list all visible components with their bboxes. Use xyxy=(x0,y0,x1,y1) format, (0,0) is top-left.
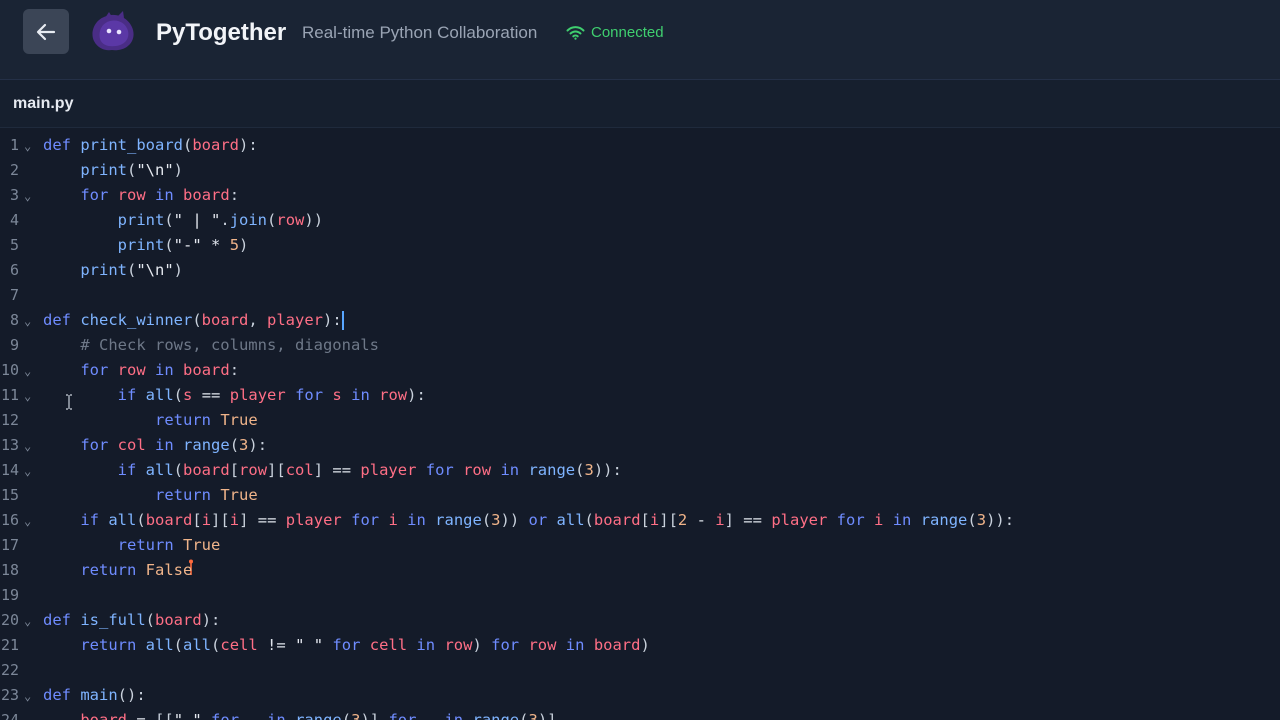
code-text: # Check rows, columns, diagonals xyxy=(80,336,379,354)
line-number: 24 xyxy=(0,711,19,720)
code-text: def is_full(board): xyxy=(43,611,221,629)
code-text: return True xyxy=(154,411,258,429)
fold-chevron-icon[interactable]: ⌄ xyxy=(24,309,31,334)
code-line[interactable]: 2 print("\n") xyxy=(0,158,1280,183)
status-label: Connected xyxy=(591,23,664,41)
line-number: 12 xyxy=(0,411,19,429)
app-logo-icon xyxy=(92,11,134,51)
code-text: return all(all(cell != " " for cell in r… xyxy=(80,636,650,654)
code-line[interactable]: 20 ⌄ def is_full(board): xyxy=(0,608,1280,633)
back-button[interactable] xyxy=(23,9,69,54)
code-line[interactable]: 3 ⌄ for row in board: xyxy=(0,183,1280,208)
code-line[interactable]: 19 xyxy=(0,583,1280,608)
line-number: 7 xyxy=(9,286,19,304)
line-number: 3 xyxy=(9,186,19,204)
code-editor[interactable]: 1 ⌄ def print_board(board): 2 print("\n") 3 ⌄… xyxy=(0,128,1280,720)
code-line[interactable]: 23 ⌄ def main(): xyxy=(0,683,1280,708)
line-number: 10 xyxy=(0,361,19,379)
code-line[interactable]: 16 ⌄ if all(board[i][i] == player for i i… xyxy=(0,508,1280,533)
app-title: PyTogether xyxy=(156,19,287,46)
code-text: if all(board[row][col] == player for row… xyxy=(117,461,622,479)
line-number: 8 xyxy=(9,311,19,329)
code-text: return True xyxy=(117,536,221,554)
code-line[interactable]: 8 ⌄ def check_winner(board, player): xyxy=(0,308,1280,333)
file-tab-bar: main.py xyxy=(0,80,1280,128)
code-line[interactable]: 24 board = [[" " for _ in range(3)] for … xyxy=(0,708,1280,720)
code-text: for row in board: xyxy=(80,361,240,379)
line-number: 11 xyxy=(0,386,19,404)
fold-chevron-icon[interactable]: ⌄ xyxy=(24,184,31,209)
code-text: def print_board(board): xyxy=(43,136,258,154)
line-number: 14 xyxy=(0,461,19,479)
code-line[interactable]: 14 ⌄ if all(board[row][col] == player for… xyxy=(0,458,1280,483)
code-text: if all(board[i][i] == player for i in ra… xyxy=(80,511,1015,529)
fold-chevron-icon[interactable]: ⌄ xyxy=(24,384,31,409)
code-line[interactable]: 1 ⌄ def print_board(board): xyxy=(0,133,1280,158)
line-number: 6 xyxy=(9,261,19,279)
code-text: print("\n") xyxy=(80,161,184,179)
text-caret xyxy=(341,311,344,330)
code-line[interactable]: 10 ⌄ for row in board: xyxy=(0,358,1280,383)
line-number: 16 xyxy=(0,511,19,529)
code-text: print(" | ".join(row)) xyxy=(117,211,324,229)
code-line[interactable]: 22 xyxy=(0,658,1280,683)
code-line[interactable]: 18 return False xyxy=(0,558,1280,583)
code-line[interactable]: 15 return True xyxy=(0,483,1280,508)
code-line[interactable]: 7 xyxy=(0,283,1280,308)
code-line[interactable]: 13 ⌄ for col in range(3): xyxy=(0,433,1280,458)
file-tab-main-py[interactable]: main.py xyxy=(13,95,73,113)
app-header: PyTogether Real-time Python Collaboratio… xyxy=(0,0,1280,80)
code-line[interactable]: 21 return all(all(cell != " " for cell i… xyxy=(0,633,1280,658)
wifi-icon xyxy=(566,25,585,40)
code-line[interactable]: 4 print(" | ".join(row)) xyxy=(0,208,1280,233)
fold-chevron-icon[interactable]: ⌄ xyxy=(24,434,31,459)
code-text: return True xyxy=(154,486,258,504)
line-number: 22 xyxy=(0,661,19,679)
line-number: 23 xyxy=(0,686,19,704)
line-number: 19 xyxy=(0,586,19,604)
code-text: board = [[" " for _ in range(3)] for _ i… xyxy=(80,711,557,720)
line-number: 15 xyxy=(0,486,19,504)
line-number: 5 xyxy=(9,236,19,254)
line-number: 17 xyxy=(0,536,19,554)
fold-chevron-icon[interactable]: ⌄ xyxy=(24,609,31,634)
code-text: print("-" * 5) xyxy=(117,236,249,254)
code-line[interactable]: 11 ⌄ if all(s == player for s in row): xyxy=(0,383,1280,408)
connection-status: Connected xyxy=(566,22,664,42)
code-text: print("\n") xyxy=(80,261,184,279)
line-number: 4 xyxy=(9,211,19,229)
fold-chevron-icon[interactable]: ⌄ xyxy=(24,359,31,384)
code-text: for col in range(3): xyxy=(80,436,268,454)
line-number: 13 xyxy=(0,436,19,454)
code-text: def main(): xyxy=(43,686,146,704)
line-number: 1 xyxy=(9,136,19,154)
arrow-left-icon xyxy=(36,23,56,40)
code-line[interactable]: 9 # Check rows, columns, diagonals xyxy=(0,333,1280,358)
code-text: return False xyxy=(80,561,193,579)
line-number: 2 xyxy=(9,161,19,179)
code-text: for row in board: xyxy=(80,186,240,204)
code-text: def check_winner(board, player): xyxy=(43,311,344,330)
fold-chevron-icon[interactable]: ⌄ xyxy=(24,134,31,159)
fold-chevron-icon[interactable]: ⌄ xyxy=(24,684,31,709)
code-line[interactable]: 12 return True xyxy=(0,408,1280,433)
line-number: 18 xyxy=(0,561,19,579)
code-line[interactable]: 6 print("\n") xyxy=(0,258,1280,283)
fold-chevron-icon[interactable]: ⌄ xyxy=(24,509,31,534)
line-number: 20 xyxy=(0,611,19,629)
app-subtitle: Real-time Python Collaboration xyxy=(302,23,538,42)
fold-chevron-icon[interactable]: ⌄ xyxy=(24,459,31,484)
code-text: if all(s == player for s in row): xyxy=(117,386,426,404)
line-number: 21 xyxy=(0,636,19,654)
code-line[interactable]: 17 return True xyxy=(0,533,1280,558)
code-line[interactable]: 5 print("-" * 5) xyxy=(0,233,1280,258)
line-number: 9 xyxy=(9,336,19,354)
